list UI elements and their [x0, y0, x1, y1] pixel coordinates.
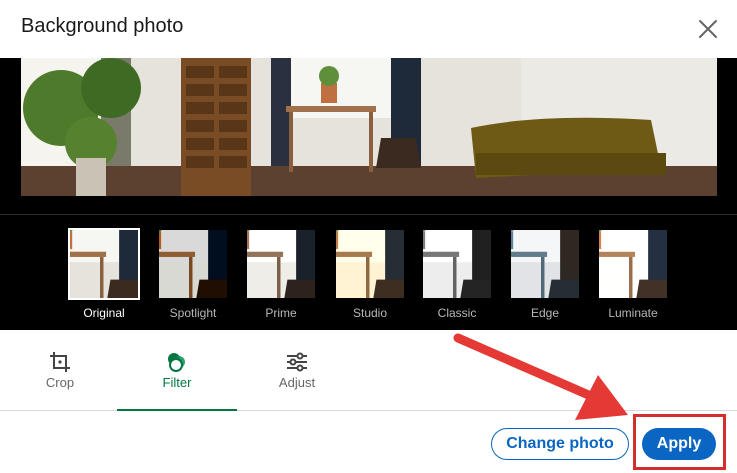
- filter-prime[interactable]: Prime: [245, 228, 317, 320]
- crop-icon: [50, 352, 70, 372]
- filter-label: Studio: [352, 306, 388, 320]
- close-button[interactable]: [693, 14, 723, 44]
- filter-strip: Original Spotlight Prime Studio Classic: [0, 228, 737, 324]
- editor-divider: [0, 214, 737, 215]
- filter-thumbnail: [334, 228, 406, 300]
- tab-label: Filter: [162, 375, 192, 390]
- modal-footer: Change photo Apply: [0, 411, 737, 473]
- photo-preview: [21, 58, 717, 196]
- modal-title: Background photo: [21, 15, 184, 37]
- filter-thumbnail: [509, 228, 581, 300]
- tab-adjust[interactable]: Adjust: [237, 330, 357, 410]
- filter-spotlight[interactable]: Spotlight: [157, 228, 229, 320]
- tab-filter[interactable]: Filter: [117, 330, 237, 411]
- filter-label: Classic: [437, 306, 477, 320]
- filter-thumbnail: [597, 228, 669, 300]
- editor-tabs: Crop Filter Adjust: [0, 330, 737, 411]
- tab-label: Adjust: [278, 375, 316, 390]
- change-photo-button[interactable]: Change photo: [491, 428, 629, 460]
- filter-thumbnail: [421, 228, 493, 300]
- filter-label: Original: [83, 306, 125, 320]
- filter-luminate[interactable]: Luminate: [597, 228, 669, 320]
- filter-original[interactable]: Original: [68, 228, 140, 320]
- modal-header: Background photo: [0, 0, 737, 58]
- annotation-highlight-box: [633, 414, 726, 470]
- tab-label: Crop: [45, 375, 75, 390]
- photo-editor: Original Spotlight Prime Studio Classic: [0, 58, 737, 330]
- filter-classic[interactable]: Classic: [421, 228, 493, 320]
- filter-label: Edge: [530, 306, 560, 320]
- sliders-icon: [287, 352, 307, 372]
- filter-icon: [168, 353, 185, 372]
- tab-crop[interactable]: Crop: [0, 330, 120, 410]
- filter-thumbnail: [68, 228, 140, 300]
- filter-thumbnail: [245, 228, 317, 300]
- filter-thumbnail: [157, 228, 229, 300]
- filter-label: Spotlight: [169, 306, 217, 320]
- background-photo-image: [21, 58, 717, 196]
- close-icon: [699, 20, 717, 38]
- filter-edge[interactable]: Edge: [509, 228, 581, 320]
- filter-label: Prime: [265, 306, 297, 320]
- filter-studio[interactable]: Studio: [334, 228, 406, 320]
- filter-label: Luminate: [608, 306, 658, 320]
